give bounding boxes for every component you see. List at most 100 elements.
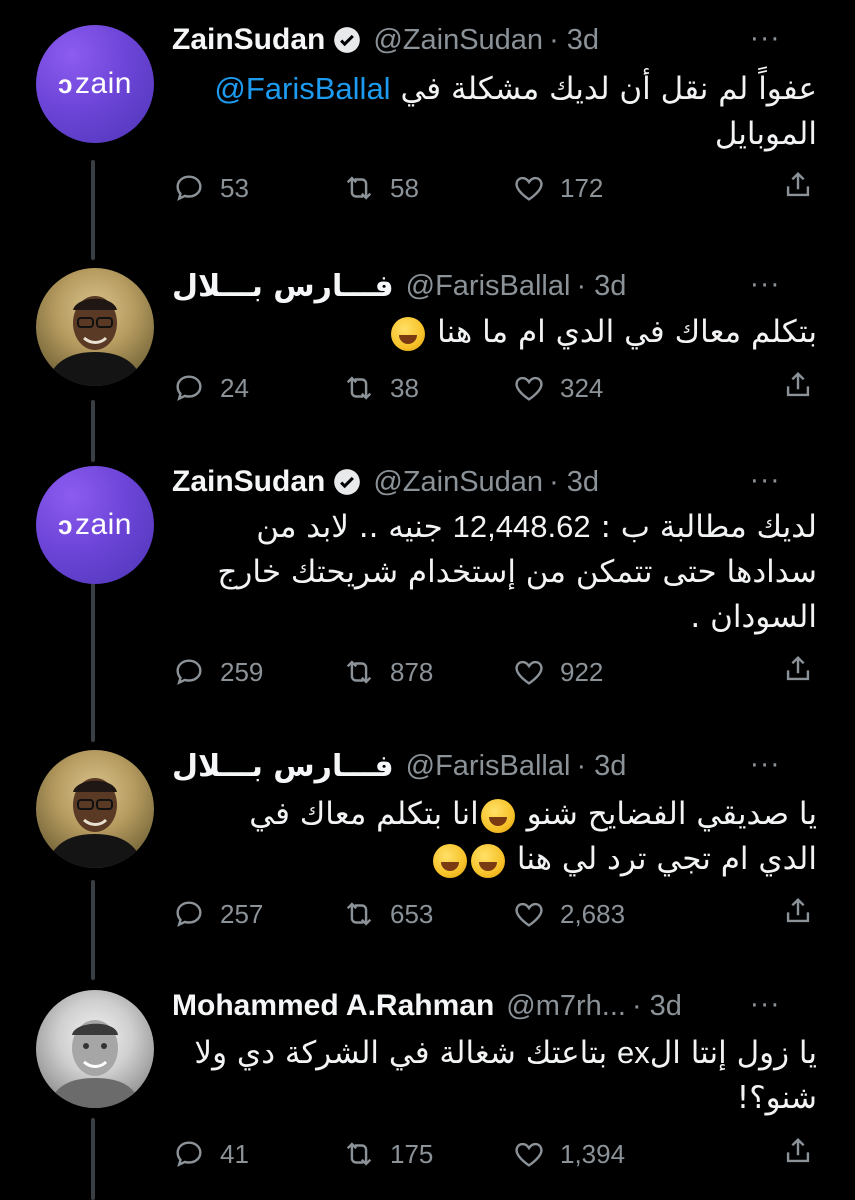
reply-icon [176,901,202,927]
retweet-icon [346,176,372,200]
like-button[interactable]: 922 [512,655,682,689]
tweet-text-line: الموبايل [714,116,817,152]
share-button[interactable] [781,652,815,693]
retweet-icon [346,660,372,684]
more-icon[interactable]: ··· [750,467,781,497]
share-button[interactable] [781,368,815,409]
avatar[interactable] [36,750,154,868]
retweet-count: 38 [390,372,419,403]
reply-icon [176,1141,202,1167]
share-button[interactable] [781,1134,815,1175]
more-icon[interactable]: ··· [750,271,781,301]
share-icon [786,1137,810,1162]
display-name[interactable]: فـــارس بـــلال [172,749,394,784]
tweet-text-line: ex [616,1035,650,1070]
reply-count: 53 [220,172,249,203]
tweet-text-line: بتاعتك شغالة في الشركة دي ولا [194,1035,608,1071]
like-count: 324 [560,372,604,403]
display-name[interactable]: ZainSudan [172,465,325,499]
share-icon [786,897,810,922]
reply-icon [176,659,202,685]
more-icon[interactable]: ··· [750,751,781,781]
heart-icon [515,660,543,685]
like-button[interactable]: 324 [512,371,682,405]
share-button[interactable] [781,894,815,935]
zain-logo: ↄ zain [57,67,132,100]
profile-photo [46,296,144,386]
retweet-button[interactable]: 175 [342,1137,512,1171]
action-bar: 53 58 172 [172,168,815,208]
heart-icon [515,902,543,927]
tears-of-joy-emoji-icon [433,843,468,878]
tweet-text-line: بتكلم معاك في الدي ام ما هنا [437,314,817,350]
retweet-button[interactable]: 38 [342,371,512,405]
tweet-text-line: الدي ام تجي ترد لي هنا [516,841,817,877]
retweet-button[interactable]: 653 [342,897,512,931]
display-name[interactable]: ZainSudan [172,23,325,57]
tweet-text: يا زول إنتا الex بتاعتك شغالة في الشركة … [172,1030,817,1121]
action-bar: 41 175 1,394 [172,1134,815,1174]
tweet-header: فـــارس بـــلال @FarisBallal · 3d ··· [172,746,815,786]
share-button[interactable] [781,168,815,209]
username[interactable]: @ZainSudan [373,24,543,57]
reply-icon [176,375,202,401]
tears-of-joy-emoji-icon [471,843,506,878]
timestamp[interactable]: · 3d [632,990,682,1023]
username[interactable]: @FarisBallal [406,270,571,303]
timestamp[interactable]: · 3d [576,270,626,303]
heart-icon [515,376,543,401]
retweet-button[interactable]: 878 [342,655,512,689]
timestamp[interactable]: · 3d [549,466,599,499]
avatar[interactable]: ↄ zain [36,25,154,143]
username[interactable]: @FarisBallal [406,750,571,783]
tweet-text-line: جنيه .. لابد من [256,509,443,545]
like-button[interactable]: 2,683 [512,897,682,931]
more-icon[interactable]: ··· [750,991,781,1021]
username[interactable]: @ZainSudan [373,466,543,499]
avatar[interactable] [36,268,154,386]
reply-count: 259 [220,656,264,687]
reply-count: 257 [220,898,264,929]
tweet[interactable]: Mohammed A.Rahman @m7rh... · 3d ··· يا ز… [0,980,855,1200]
avatar[interactable] [36,990,154,1108]
username[interactable]: @m7rh... [506,990,626,1023]
like-button[interactable]: 1,394 [512,1137,682,1171]
avatar[interactable]: ↄ zain [36,466,154,584]
timestamp[interactable]: · 3d [549,24,599,57]
retweet-button[interactable]: 58 [342,171,512,205]
tweet[interactable]: ↄ zain ZainSudan @ZainSudan · 3d ··· لديك… [0,460,855,730]
verified-badge-icon [334,469,361,495]
tweet-text-line: عفواً لم نقل أن لديك مشكلة في [400,71,817,107]
like-count: 2,683 [560,898,626,929]
reply-button[interactable]: 41 [172,1137,342,1171]
tweet[interactable]: فـــارس بـــلال @FarisBallal · 3d ··· بت… [0,250,855,450]
display-name[interactable]: فـــارس بـــلال [172,269,394,304]
tweet-text-line: سدادها حتى تتمكن من إستخدام شريحتك خارج [217,554,817,590]
tweet[interactable]: فـــارس بـــلال @FarisBallal · 3d ··· يا… [0,740,855,970]
tweet-text-line: انا بتكلم معاك في [249,796,479,832]
grinning-sweat-emoji-icon [391,316,426,351]
tweet-header: Mohammed A.Rahman @m7rh... · 3d ··· [172,986,815,1026]
tweet-text-line: يا زول إنتا ال [649,1035,817,1071]
display-name[interactable]: Mohammed A.Rahman [172,989,494,1023]
like-button[interactable]: 172 [512,171,682,205]
tweet[interactable]: ↄ zain ZainSudan @ZainSudan · 3d ··· عفوا… [0,0,855,240]
profile-photo [46,778,144,868]
tweet-text-line: يا صديقي الفضايح شنو [526,796,817,832]
reply-button[interactable]: 259 [172,655,342,689]
timestamp[interactable]: · 3d [576,750,626,783]
heart-icon [515,176,543,201]
tweet-text-line: السودان . [690,599,817,635]
reply-count: 41 [220,1138,249,1169]
reply-button[interactable]: 257 [172,897,342,931]
retweet-icon [346,376,372,400]
like-count: 1,394 [560,1138,626,1169]
like-count: 922 [560,656,604,687]
tears-of-joy-emoji-icon [480,798,515,833]
reply-button[interactable]: 24 [172,371,342,405]
retweet-icon [346,902,372,926]
reply-button[interactable]: 53 [172,171,342,205]
profile-photo [48,1020,142,1108]
more-icon[interactable]: ··· [750,25,781,55]
mention-link[interactable]: @FarisBallal [214,71,390,106]
